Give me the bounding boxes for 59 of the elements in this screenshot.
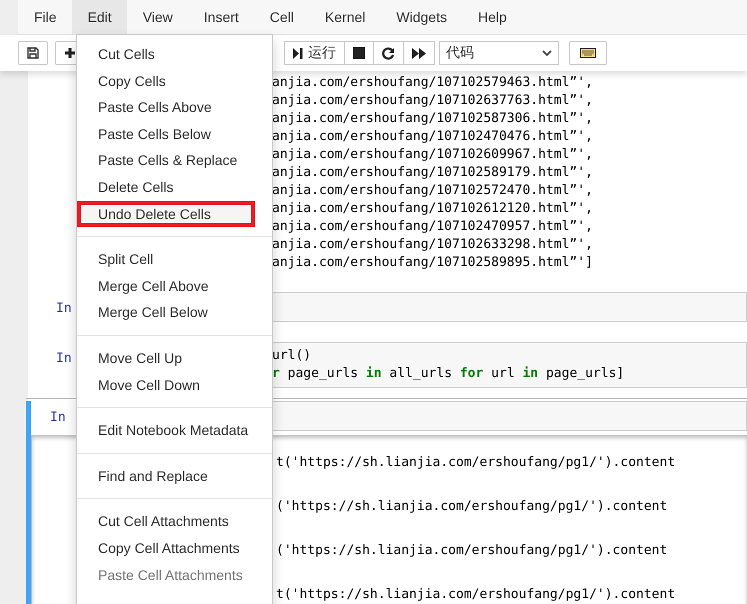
code-line: ('https://sh.lianjia.com/ershoufang/pg1/').content <box>276 498 668 516</box>
code-line: anjia.com/ershoufang/107102587306.html”', <box>272 110 594 128</box>
menu-item[interactable]: Move Cell Down <box>77 372 272 398</box>
code-line: r page_urls in all_urls for url in page_urls] <box>272 365 626 383</box>
menu-item[interactable]: Find and Replace <box>77 462 272 490</box>
code-line: anjia.com/ershoufang/107102633298.html”', <box>272 236 594 254</box>
menu-item[interactable]: Cell <box>254 0 309 34</box>
menu-item[interactable]: Cut Cells <box>77 41 272 68</box>
menu-item[interactable]: Copy Cell Attachments <box>77 534 272 562</box>
code-editor[interactable]: url() r page_urls in all_urls for url in page_urls] <box>271 342 747 388</box>
step-icon <box>293 48 303 58</box>
code-line: t('https://sh.lianjia.com/ershoufang/pg1/').content <box>276 454 676 472</box>
code-line: anjia.com/ershoufang/107102572470.html”', <box>272 182 594 200</box>
menu-item[interactable]: Copy Cells <box>77 68 272 94</box>
code-line: anjia.com/ershoufang/107102609967.html”', <box>272 146 594 164</box>
menu-item[interactable]: Widgets <box>380 0 462 34</box>
code-line: url() <box>272 347 312 365</box>
menu-item[interactable]: Paste Cells Above <box>77 94 272 121</box>
input-prompt: In <box>56 301 72 316</box>
menu-item[interactable]: Merge Cell Below <box>77 299 272 326</box>
menu-item[interactable]: Cut Cell Attachments <box>77 508 272 535</box>
menu-item[interactable]: Help <box>462 0 522 34</box>
menu-item[interactable]: Edit Notebook Metadata <box>77 417 272 444</box>
code-line: anjia.com/ershoufang/107102637763.html”', <box>272 92 594 110</box>
menu-item[interactable]: Insert <box>188 0 254 34</box>
menu-item[interactable]: Kernel <box>308 0 380 34</box>
code-line: anjia.com/ershoufang/107102589895.html”'] <box>272 254 594 272</box>
plus-icon <box>64 47 76 59</box>
menu-item[interactable]: Undo Delete Cells <box>77 200 255 228</box>
input-prompt: In <box>56 351 72 366</box>
stop-icon <box>353 47 365 59</box>
menu-item[interactable]: Paste Cells & Replace <box>77 147 272 174</box>
code-line: anjia.com/ershoufang/107102470476.html”', <box>272 128 594 146</box>
code-line: ('https://sh.lianjia.com/ershoufang/pg1/').content <box>276 542 668 560</box>
keyboard-icon <box>580 48 596 58</box>
menu-item[interactable]: Split Cell <box>77 246 272 273</box>
code-line: anjia.com/ershoufang/107102612120.html”', <box>272 200 594 218</box>
menu-item[interactable]: Merge Cell Above <box>77 272 272 300</box>
keyboard-button[interactable] <box>569 41 607 65</box>
code-line: anjia.com/ershoufang/107102579463.html”', <box>272 74 594 92</box>
restart-icon <box>382 46 395 60</box>
menu-item[interactable]: View <box>126 0 188 34</box>
restart-button[interactable] <box>373 41 404 65</box>
input-prompt: In <box>50 410 66 425</box>
fast-forward-icon <box>412 48 426 58</box>
run-button[interactable]: 运行 <box>284 41 345 65</box>
cell-type-dropdown[interactable]: 代码 <box>439 41 559 65</box>
menu-item[interactable]: Delete Cells <box>77 174 272 201</box>
menu-item[interactable]: File <box>18 0 72 34</box>
menu-item[interactable]: Edit <box>72 0 127 34</box>
code-line: anjia.com/ershoufang/107102470957.html”', <box>272 218 594 236</box>
stop-button[interactable] <box>344 41 374 65</box>
save-button[interactable] <box>18 41 48 65</box>
menu-item[interactable]: Paste Cells Below <box>77 120 272 148</box>
fast-forward-button[interactable] <box>403 41 435 65</box>
code-line: t('https://sh.lianjia.com/ershoufang/pg1/').content <box>276 586 676 604</box>
chevron-down-icon <box>542 50 552 56</box>
menu-item[interactable]: Move Cell Up <box>77 344 272 372</box>
code-line: anjia.com/ershoufang/107102589179.html”', <box>272 164 594 182</box>
